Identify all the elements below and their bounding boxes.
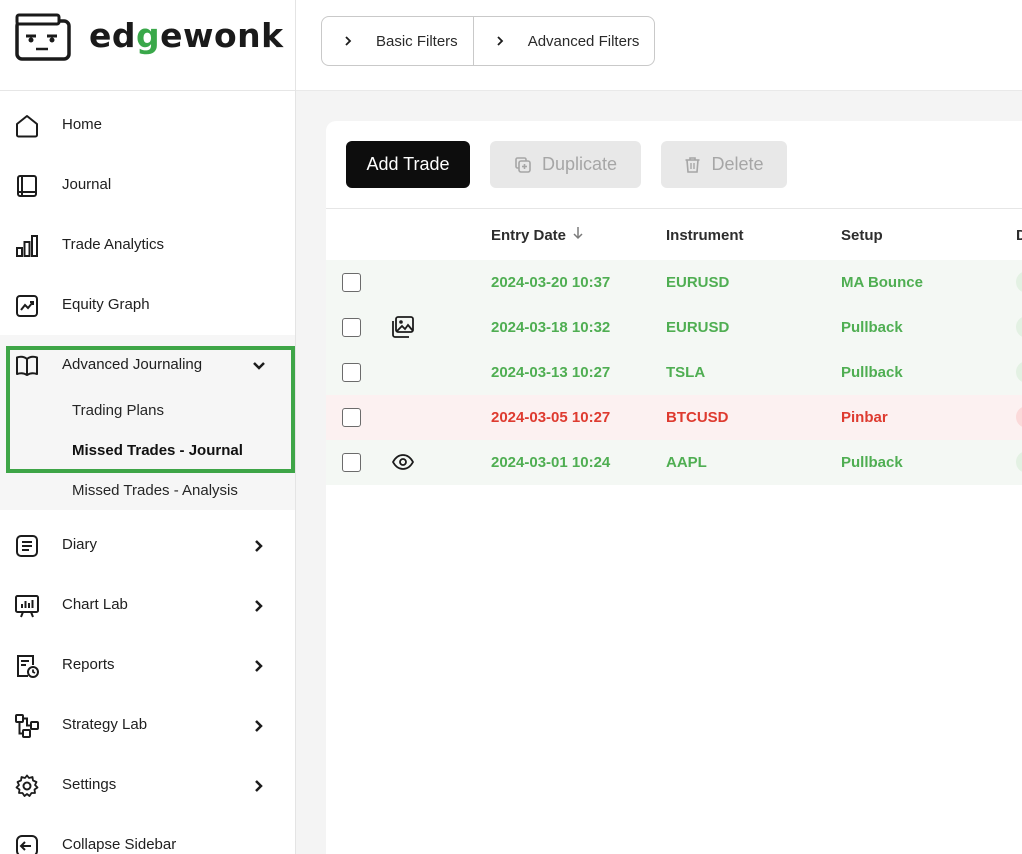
- status-badge: [1016, 316, 1022, 338]
- sidebar-item-label: Home: [62, 116, 103, 133]
- filter-group: Basic Filters Advanced Filters: [321, 16, 656, 66]
- sidebar-item-trade-analytics[interactable]: Trade Analytics: [0, 216, 295, 276]
- report-clock-icon: [17, 655, 39, 678]
- chevron-right-icon: [255, 660, 263, 672]
- add-trade-label: Add Trade: [366, 154, 450, 174]
- duplicate-icon: [515, 156, 531, 173]
- sidebar-item-label: Reports: [62, 656, 115, 673]
- column-header-d[interactable]: D: [1016, 227, 1022, 244]
- cell-setup: Pullback: [841, 319, 903, 336]
- collapse-icon: [16, 835, 38, 854]
- sidebar-item-settings[interactable]: Settings: [0, 756, 295, 816]
- sidebar-item-label: Chart Lab: [62, 596, 128, 613]
- advanced-filters-label: Advanced Filters: [527, 32, 640, 50]
- table-row[interactable]: 2024-03-18 10:32 EURUSD Pullback: [326, 305, 1022, 350]
- row-checkbox[interactable]: [342, 408, 361, 427]
- duplicate-label: Duplicate: [541, 154, 618, 174]
- cell-entry-date: 2024-03-18 10:32: [491, 319, 611, 336]
- eye-icon[interactable]: [391, 450, 415, 474]
- sidebar-item-chart-lab[interactable]: Chart Lab: [0, 576, 295, 636]
- bar-chart-icon: [16, 235, 38, 257]
- table-row[interactable]: 2024-03-05 10:27 BTCUSD Pinbar: [326, 395, 1022, 440]
- status-badge: [1016, 451, 1022, 473]
- sort-descending-icon[interactable]: [571, 225, 585, 241]
- book-icon: [17, 175, 37, 197]
- sidebar-item-home[interactable]: Home: [0, 96, 295, 156]
- table-row[interactable]: 2024-03-13 10:27 TSLA Pullback: [326, 350, 1022, 395]
- gear-icon: [15, 774, 39, 797]
- column-header-setup[interactable]: Setup: [841, 227, 883, 244]
- document-lines-icon: [16, 535, 38, 557]
- sidebar-item-label: Diary: [62, 536, 98, 553]
- basic-filters-button[interactable]: Basic Filters: [322, 17, 473, 65]
- chevron-right-icon: [255, 780, 263, 792]
- column-header-instrument[interactable]: Instrument: [666, 227, 744, 244]
- sidebar-item-label: Trade Analytics: [62, 236, 164, 253]
- sidebar-item-label: Equity Graph: [62, 296, 150, 313]
- sidebar-item-label: Strategy Lab: [62, 716, 148, 733]
- sidebar-subitem-missed-trades-analysis[interactable]: Missed Trades - Analysis: [72, 482, 238, 499]
- cell-entry-date: 2024-03-01 10:24: [491, 454, 611, 471]
- cell-instrument: BTCUSD: [666, 409, 729, 426]
- row-checkbox[interactable]: [342, 273, 361, 292]
- delete-label: Delete: [711, 154, 764, 174]
- sidebar-item-equity-graph[interactable]: Equity Graph: [0, 276, 295, 336]
- sidebar-item-journal[interactable]: Journal: [0, 156, 295, 216]
- row-checkbox[interactable]: [342, 318, 361, 337]
- delete-button[interactable]: Delete: [661, 141, 787, 188]
- chevron-right-icon: [345, 36, 352, 46]
- sidebar-item-diary[interactable]: Diary: [0, 516, 295, 576]
- cell-entry-date: 2024-03-05 10:27: [491, 409, 611, 426]
- top-bar: Basic Filters Advanced Filters: [296, 0, 1022, 91]
- sidebar-item-strategy-lab[interactable]: Strategy Lab: [0, 696, 295, 756]
- home-icon: [16, 115, 38, 138]
- status-badge: [1016, 406, 1022, 428]
- image-gallery-icon[interactable]: [391, 315, 415, 339]
- cell-instrument: AAPL: [666, 454, 707, 471]
- basic-filters-label: Basic Filters: [376, 32, 458, 50]
- add-trade-button[interactable]: Add Trade: [346, 141, 470, 188]
- sidebar-item-label: Settings: [62, 776, 117, 793]
- flow-diagram-icon: [15, 714, 39, 738]
- column-header-entry-date[interactable]: Entry Date: [491, 227, 566, 244]
- duplicate-button[interactable]: Duplicate: [490, 141, 641, 188]
- cell-setup: MA Bounce: [841, 274, 923, 291]
- cell-instrument: TSLA: [666, 364, 706, 381]
- sidebar-item-label: Journal: [62, 176, 112, 193]
- row-checkbox[interactable]: [342, 453, 361, 472]
- brand-header: edgewonk: [0, 0, 295, 91]
- status-badge: [1016, 361, 1022, 383]
- trend-chart-icon: [16, 295, 38, 317]
- highlight-box: [6, 346, 295, 473]
- logo-icon: [15, 13, 71, 61]
- table-row[interactable]: 2024-03-01 10:24 AAPL Pullback: [326, 440, 1022, 485]
- table-row[interactable]: 2024-03-20 10:37 EURUSD MA Bounce: [326, 260, 1022, 305]
- cell-entry-date: 2024-03-13 10:27: [491, 364, 611, 381]
- presentation-chart-icon: [15, 595, 39, 618]
- chevron-right-icon: [255, 720, 263, 732]
- logo-wordmark: edgewonk: [89, 16, 284, 55]
- chevron-right-icon: [255, 600, 263, 612]
- table-header: Entry Date Instrument Setup D: [326, 208, 1022, 260]
- cell-entry-date: 2024-03-20 10:37: [491, 274, 611, 291]
- sidebar-item-collapse[interactable]: Collapse Sidebar: [0, 816, 295, 854]
- cell-setup: Pullback: [841, 454, 903, 471]
- cell-setup: Pullback: [841, 364, 903, 381]
- sidebar-item-reports[interactable]: Reports: [0, 636, 295, 696]
- row-checkbox[interactable]: [342, 363, 361, 382]
- advanced-filters-button[interactable]: Advanced Filters: [472, 17, 655, 65]
- cell-instrument: EURUSD: [666, 274, 730, 291]
- trash-icon: [685, 156, 700, 173]
- cell-setup: Pinbar: [841, 409, 888, 426]
- status-badge: [1016, 271, 1022, 293]
- chevron-right-icon: [497, 36, 503, 46]
- cell-instrument: EURUSD: [666, 319, 730, 336]
- sidebar-item-label: Collapse Sidebar: [62, 836, 177, 853]
- chevron-right-icon: [255, 540, 263, 552]
